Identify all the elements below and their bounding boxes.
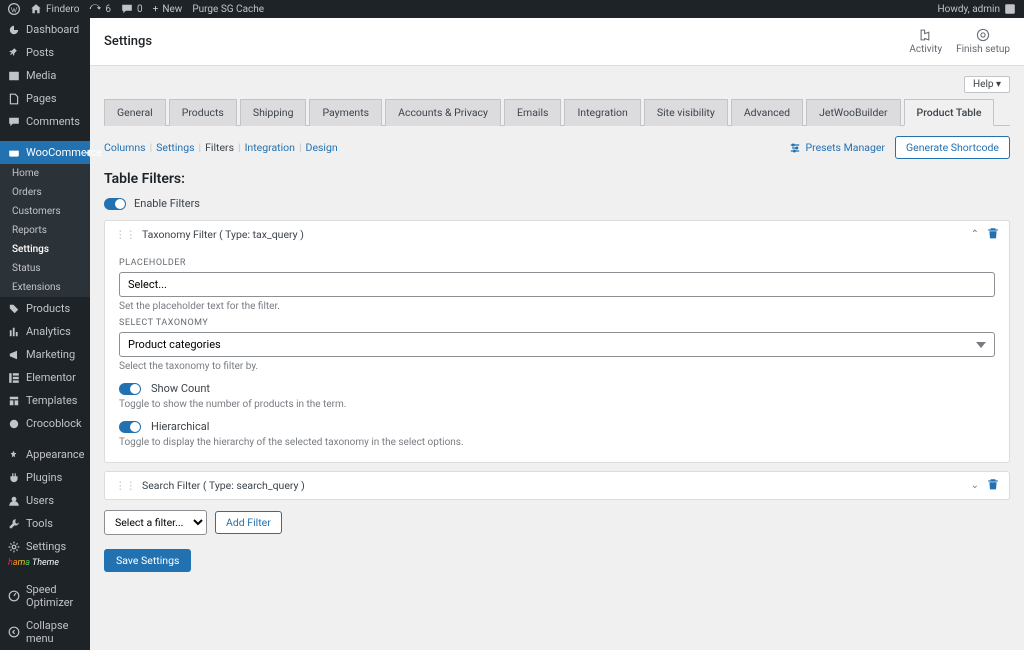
chevron-down-icon[interactable]: ⌄ <box>971 480 979 491</box>
sidebar-item-products[interactable]: Products <box>0 297 90 320</box>
sidebar-sub-customers[interactable]: Customers <box>0 202 90 221</box>
page-title: Settings <box>104 34 152 49</box>
updates[interactable]: 6 <box>89 3 111 15</box>
admin-bar: Findero 6 0 + New Purge SG Cache Howdy, … <box>0 0 1024 18</box>
tab-shipping[interactable]: Shipping <box>240 99 307 126</box>
sidebar-sub-reports[interactable]: Reports <box>0 221 90 240</box>
subtab-columns[interactable]: Columns <box>104 141 146 154</box>
sidebar-item-analytics[interactable]: Analytics <box>0 320 90 343</box>
sidebar-item-users[interactable]: Users <box>0 489 90 512</box>
settings-tabs: GeneralProductsShippingPaymentsAccounts … <box>104 99 1010 126</box>
hierarchical-label: Hierarchical <box>151 420 209 433</box>
sidebar-item-elementor[interactable]: Elementor <box>0 366 90 389</box>
select-filter-dropdown[interactable]: Select a filter... <box>104 510 207 535</box>
hierarchical-toggle[interactable] <box>119 421 141 433</box>
trash-icon[interactable] <box>987 227 999 242</box>
presets-manager-link[interactable]: Presets Manager <box>789 141 885 154</box>
subtab-settings[interactable]: Settings <box>156 141 194 154</box>
finish-setup-button[interactable]: Finish setup <box>956 28 1010 55</box>
save-settings-button[interactable]: Save Settings <box>104 549 191 572</box>
hierarchical-hint: Toggle to display the hierarchy of the s… <box>119 437 995 448</box>
sidebar-sub-orders[interactable]: Orders <box>0 183 90 202</box>
sidebar-item-media[interactable]: Media <box>0 64 90 87</box>
placeholder-hint: Set the placeholder text for the filter. <box>119 301 995 312</box>
sidebar-item-settings[interactable]: Settings <box>0 535 90 558</box>
sidebar-item-appearance[interactable]: Appearance <box>0 443 90 466</box>
sidebar-item-tools[interactable]: Tools <box>0 512 90 535</box>
purge-cache[interactable]: Purge SG Cache <box>192 4 264 15</box>
taxonomy-select[interactable]: Product categories <box>119 332 995 357</box>
sidebar-sub-status[interactable]: Status <box>0 259 90 278</box>
search-filter-head[interactable]: ⋮⋮ Search Filter ( Type: search_query ) … <box>105 472 1009 499</box>
trash-icon[interactable] <box>987 478 999 493</box>
howdy[interactable]: Howdy, admin <box>938 3 1016 15</box>
section-title: Table Filters: <box>104 171 1010 187</box>
tab-advanced[interactable]: Advanced <box>731 99 803 126</box>
sidebar-item-collapse-menu[interactable]: Collapse menu <box>0 614 90 650</box>
tab-payments[interactable]: Payments <box>309 99 382 126</box>
sidebar-item-dashboard[interactable]: Dashboard <box>0 18 90 41</box>
add-new[interactable]: + New <box>153 4 183 15</box>
sidebar-item-plugins[interactable]: Plugins <box>0 466 90 489</box>
sidebar-sub-home[interactable]: Home <box>0 164 90 183</box>
tab-general[interactable]: General <box>104 99 166 126</box>
taxonomy-label: SELECT TAXONOMY <box>119 318 995 328</box>
add-filter-button[interactable]: Add Filter <box>215 511 282 534</box>
search-filter-panel: ⋮⋮ Search Filter ( Type: search_query ) … <box>104 471 1010 500</box>
sub-tabs: Columns|Settings|Filters|Integration|Des… <box>104 141 338 154</box>
site-name[interactable]: Findero <box>30 3 79 15</box>
show-count-toggle[interactable] <box>119 383 141 395</box>
sidebar-item-speed-optimizer[interactable]: Speed Optimizer <box>0 578 90 614</box>
subtab-filters[interactable]: Filters <box>205 141 234 154</box>
subtab-design[interactable]: Design <box>306 141 338 154</box>
sidebar-item-crocoblock[interactable]: Crocoblock <box>0 412 90 435</box>
sidebar-item-posts[interactable]: Posts <box>0 41 90 64</box>
show-count-label: Show Count <box>151 382 210 395</box>
taxonomy-filter-head[interactable]: ⋮⋮ Taxonomy Filter ( Type: tax_query ) ⌃ <box>105 221 1009 248</box>
sidebar-item-woocommerce[interactable]: WooCommerce <box>0 141 90 164</box>
sidebar-item-templates[interactable]: Templates <box>0 389 90 412</box>
admin-sidebar: DashboardPostsMediaPagesComments WooComme… <box>0 18 90 650</box>
sidebar-item-pages[interactable]: Pages <box>0 87 90 110</box>
taxonomy-hint: Select the taxonomy to filter by. <box>119 361 995 372</box>
tab-integration[interactable]: Integration <box>564 99 640 126</box>
activity-button[interactable]: Activity <box>909 28 942 55</box>
drag-icon[interactable]: ⋮⋮ <box>115 228 136 241</box>
placeholder-input[interactable] <box>119 272 995 297</box>
tab-site-visibility[interactable]: Site visibility <box>644 99 728 126</box>
wp-logo[interactable] <box>8 3 20 15</box>
tab-product-table[interactable]: Product Table <box>904 99 995 126</box>
chevron-up-icon[interactable]: ⌃ <box>971 229 979 240</box>
generate-shortcode-button[interactable]: Generate Shortcode <box>895 136 1010 159</box>
help-button[interactable]: Help ▾ <box>964 76 1010 93</box>
tab-emails[interactable]: Emails <box>504 99 561 126</box>
subtab-integration[interactable]: Integration <box>245 141 295 154</box>
tab-accounts-privacy[interactable]: Accounts & Privacy <box>385 99 501 126</box>
placeholder-label: PLACEHOLDER <box>119 258 995 268</box>
sidebar-sub-settings[interactable]: Settings <box>0 240 90 259</box>
sidebar-sub-extensions[interactable]: Extensions <box>0 278 90 297</box>
sidebar-item-comments[interactable]: Comments <box>0 110 90 133</box>
sidebar-item-marketing[interactable]: Marketing <box>0 343 90 366</box>
tab-products[interactable]: Products <box>169 99 237 126</box>
page-header: Settings Activity Finish setup <box>90 18 1024 66</box>
taxonomy-filter-panel: ⋮⋮ Taxonomy Filter ( Type: tax_query ) ⌃… <box>104 220 1010 463</box>
enable-filters-toggle[interactable] <box>104 198 126 210</box>
drag-icon[interactable]: ⋮⋮ <box>115 479 136 492</box>
comments-count[interactable]: 0 <box>121 3 143 15</box>
tab-jetwoobuilder[interactable]: JetWooBuilder <box>806 99 900 126</box>
show-count-hint: Toggle to show the number of products in… <box>119 399 995 410</box>
enable-filters-label: Enable Filters <box>134 197 200 210</box>
